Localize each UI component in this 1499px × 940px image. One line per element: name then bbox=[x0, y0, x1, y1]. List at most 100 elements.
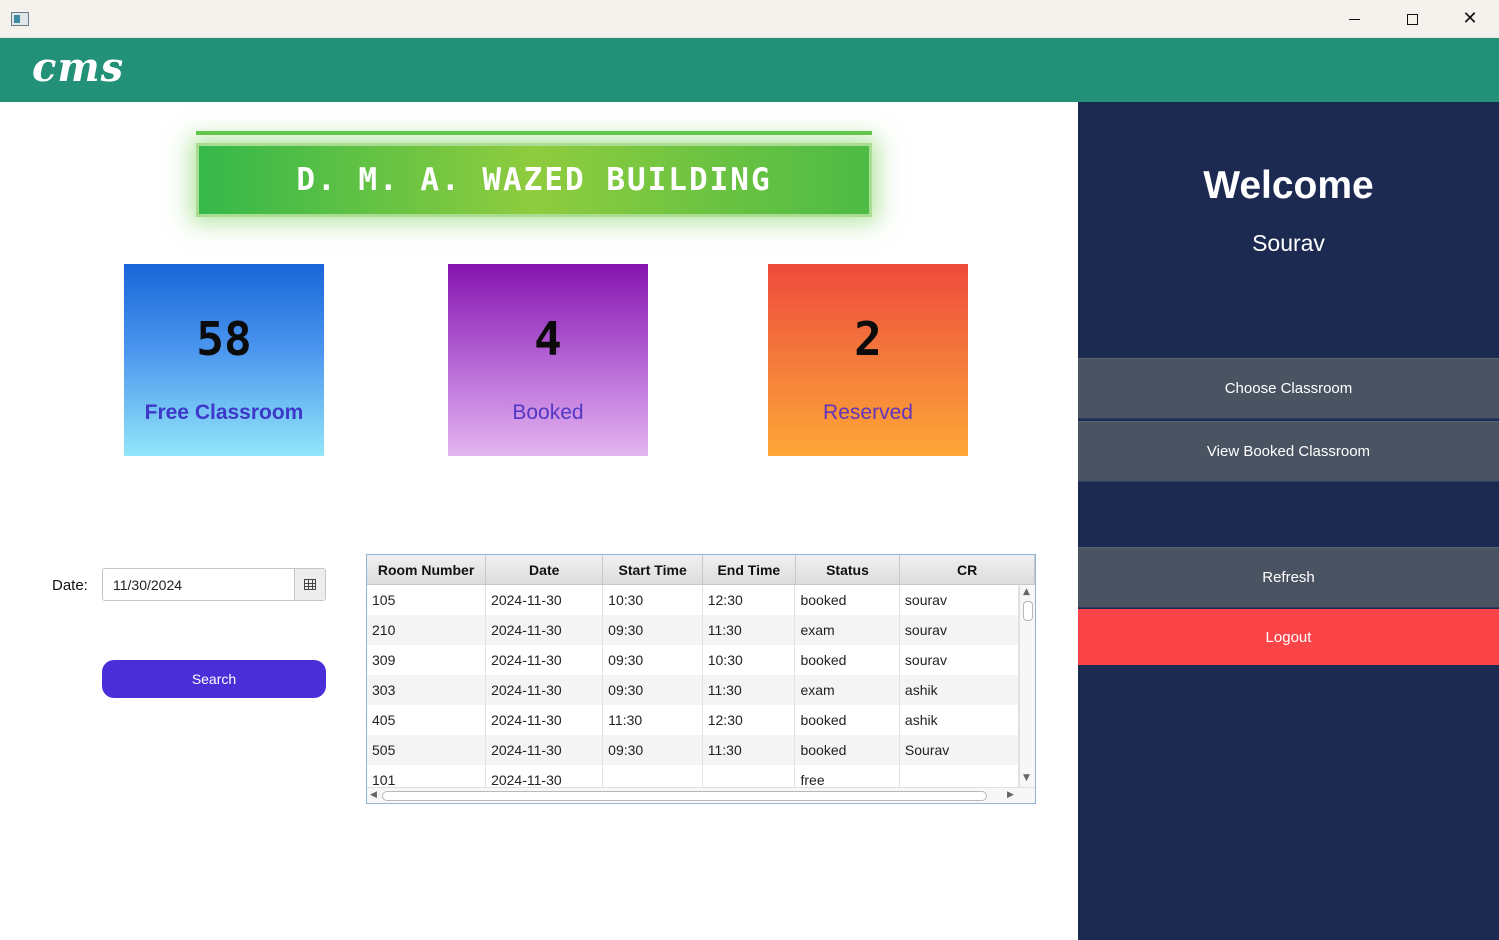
maximize-icon bbox=[1406, 13, 1418, 25]
table-header: Room Number Date Start Time End Time Status C… bbox=[367, 555, 1035, 585]
column-header[interactable]: Start Time bbox=[603, 555, 703, 585]
app-window-icon bbox=[11, 12, 29, 26]
window-titlebar: ✕ bbox=[0, 0, 1499, 38]
table-row[interactable]: 309 2024-11-30 09:30 10:30 booked sourav bbox=[367, 645, 1019, 675]
table-cell: 2024-11-30 bbox=[486, 765, 604, 787]
column-header[interactable]: Room Number bbox=[367, 555, 487, 585]
welcome-heading: Welcome bbox=[1203, 164, 1374, 207]
scroll-down-icon[interactable]: ▼ bbox=[1023, 773, 1030, 783]
scroll-left-icon[interactable]: ◀ bbox=[370, 790, 377, 800]
column-header[interactable]: End Time bbox=[703, 555, 796, 585]
table-cell: booked bbox=[795, 645, 900, 675]
view-booked-classroom-button[interactable]: View Booked Classroom bbox=[1078, 421, 1499, 482]
table-cell: booked bbox=[795, 705, 900, 735]
logout-button[interactable]: Logout bbox=[1078, 609, 1499, 665]
table-cell: 11:30 bbox=[703, 615, 796, 645]
table-cell: Sourav bbox=[900, 735, 1019, 765]
close-icon: ✕ bbox=[1462, 8, 1478, 29]
minimize-button[interactable] bbox=[1325, 0, 1383, 38]
table-cell: ashik bbox=[900, 705, 1019, 735]
table-cell bbox=[900, 765, 1019, 787]
table-cell: sourav bbox=[900, 615, 1019, 645]
table-cell: 09:30 bbox=[603, 645, 703, 675]
table-cell: 505 bbox=[367, 735, 487, 765]
column-header[interactable]: Status bbox=[796, 555, 901, 585]
table-cell bbox=[603, 765, 703, 787]
reserved-label: Reserved bbox=[823, 401, 913, 424]
table-row[interactable]: 303 2024-11-30 09:30 11:30 exam ashik bbox=[367, 675, 1019, 705]
table-cell: 10:30 bbox=[603, 585, 703, 615]
table-cell: exam bbox=[795, 615, 900, 645]
reserved-count: 2 bbox=[854, 312, 882, 366]
table-cell: 10:30 bbox=[703, 645, 796, 675]
table-cell: 2024-11-30 bbox=[486, 705, 604, 735]
table-body: 105 2024-11-30 10:30 12:30 booked sourav 210 20… bbox=[367, 585, 1019, 787]
vertical-scroll-thumb[interactable] bbox=[1023, 601, 1033, 621]
booked-count: 4 bbox=[534, 312, 562, 366]
calendar-icon bbox=[304, 579, 316, 590]
column-header[interactable]: Date bbox=[486, 555, 604, 585]
app-logo: cms bbox=[32, 44, 125, 91]
table-row[interactable]: 505 2024-11-30 09:30 11:30 booked Sourav bbox=[367, 735, 1019, 765]
username-label: Sourav bbox=[1252, 230, 1325, 256]
banner-accent-line bbox=[196, 131, 872, 135]
horizontal-scrollbar[interactable]: ◀ ▶ bbox=[367, 787, 1035, 803]
booked-label: Booked bbox=[512, 401, 584, 424]
scroll-right-icon[interactable]: ▶ bbox=[1007, 790, 1014, 800]
table-cell: booked bbox=[795, 735, 900, 765]
table-row[interactable]: 405 2024-11-30 11:30 12:30 booked ashik bbox=[367, 705, 1019, 735]
table-row[interactable]: 210 2024-11-30 09:30 11:30 exam sourav bbox=[367, 615, 1019, 645]
table-row[interactable]: 101 2024-11-30 free bbox=[367, 765, 1019, 787]
reserved-card: 2 Reserved bbox=[768, 264, 968, 456]
maximize-button[interactable] bbox=[1383, 0, 1441, 38]
table-cell: 09:30 bbox=[603, 675, 703, 705]
column-header[interactable]: CR bbox=[900, 555, 1035, 585]
booked-card: 4 Booked bbox=[448, 264, 648, 456]
table-cell: exam bbox=[795, 675, 900, 705]
building-banner: D. M. A. WAZED BUILDING bbox=[196, 143, 872, 217]
table-cell: 303 bbox=[367, 675, 487, 705]
close-window-button[interactable]: ✕ bbox=[1441, 0, 1499, 38]
minimize-icon bbox=[1348, 18, 1360, 20]
sidebar: Welcome Sourav Choose Classroom View Boo… bbox=[1078, 102, 1499, 940]
table-cell: 11:30 bbox=[603, 705, 703, 735]
table-cell: 2024-11-30 bbox=[486, 735, 604, 765]
table-cell: 09:30 bbox=[603, 615, 703, 645]
table-cell: 210 bbox=[367, 615, 487, 645]
app-header: cms bbox=[0, 38, 1499, 102]
table-cell: 12:30 bbox=[703, 585, 796, 615]
calendar-button[interactable] bbox=[294, 569, 325, 600]
table-cell: 105 bbox=[367, 585, 487, 615]
table-cell: 11:30 bbox=[703, 675, 796, 705]
choose-classroom-button[interactable]: Choose Classroom bbox=[1078, 358, 1499, 419]
date-label: Date: bbox=[52, 577, 88, 594]
table-cell: 12:30 bbox=[703, 705, 796, 735]
table-cell: ashik bbox=[900, 675, 1019, 705]
date-input[interactable] bbox=[103, 569, 294, 600]
free-classroom-card: 58 Free Classroom bbox=[124, 264, 324, 456]
scroll-up-icon[interactable]: ▲ bbox=[1023, 587, 1030, 597]
date-picker bbox=[102, 568, 326, 601]
table-cell: free bbox=[795, 765, 900, 787]
table-row[interactable]: 105 2024-11-30 10:30 12:30 booked sourav bbox=[367, 585, 1019, 615]
table-cell: 11:30 bbox=[703, 735, 796, 765]
table-cell: 2024-11-30 bbox=[486, 645, 604, 675]
search-button[interactable]: Search bbox=[102, 660, 326, 698]
table-cell: sourav bbox=[900, 645, 1019, 675]
booking-table: Room Number Date Start Time End Time Status C… bbox=[366, 554, 1036, 804]
table-cell: 309 bbox=[367, 645, 487, 675]
table-cell: 2024-11-30 bbox=[486, 615, 604, 645]
refresh-button[interactable]: Refresh bbox=[1078, 547, 1499, 608]
table-cell: sourav bbox=[900, 585, 1019, 615]
table-cell: 405 bbox=[367, 705, 487, 735]
table-cell: booked bbox=[795, 585, 900, 615]
building-title: D. M. A. WAZED BUILDING bbox=[296, 162, 772, 198]
table-cell bbox=[703, 765, 796, 787]
horizontal-scroll-thumb[interactable] bbox=[382, 791, 987, 801]
table-cell: 101 bbox=[367, 765, 487, 787]
free-count: 58 bbox=[196, 312, 252, 366]
table-cell: 09:30 bbox=[603, 735, 703, 765]
table-cell: 2024-11-30 bbox=[486, 675, 604, 705]
free-label: Free Classroom bbox=[144, 401, 304, 424]
vertical-scrollbar[interactable]: ▲ ▼ bbox=[1019, 585, 1035, 787]
